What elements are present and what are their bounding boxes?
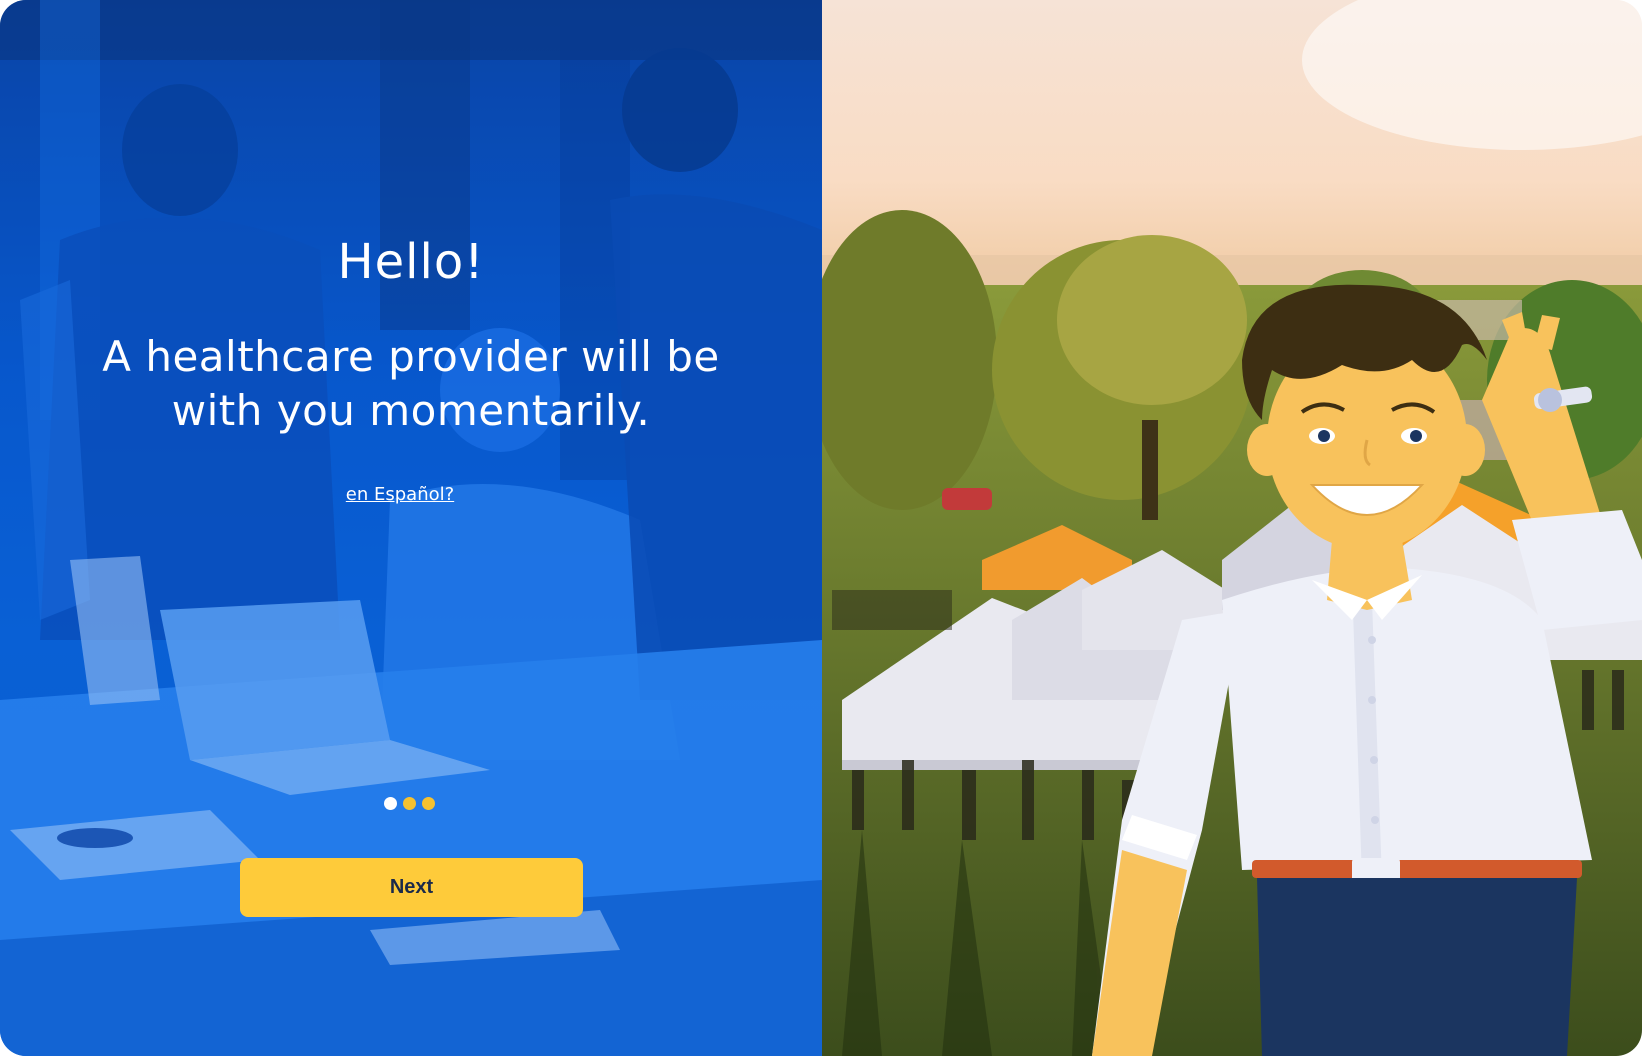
greeting-heading: Hello! — [337, 234, 485, 290]
spanish-language-link[interactable]: en Español? — [346, 484, 454, 505]
welcome-screen: Hello! A healthcare provider will be wit… — [0, 0, 1642, 1056]
pagination-dot-1[interactable] — [384, 797, 397, 810]
welcome-panel: Hello! A healthcare provider will be wit… — [0, 0, 822, 1056]
pagination-dot-2[interactable] — [403, 797, 416, 810]
next-button[interactable]: Next — [240, 858, 583, 917]
pagination-dot-3[interactable] — [422, 797, 435, 810]
event-illustration — [822, 0, 1642, 1056]
pagination-dots — [384, 797, 435, 810]
illustration-panel — [822, 0, 1642, 1056]
provider-message: A healthcare provider will be with you m… — [102, 332, 720, 435]
